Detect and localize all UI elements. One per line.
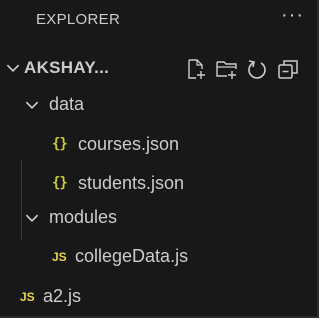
project-name: AKSHAY... <box>24 58 110 77</box>
project-folder-row[interactable]: AKSHAY... <box>0 51 317 85</box>
new-folder-icon[interactable] <box>215 57 239 81</box>
js-file-icon: JS <box>20 290 35 304</box>
explorer-header: EXPLORER ··· <box>0 0 317 44</box>
tree-file-courses[interactable]: {} courses.json <box>0 128 317 162</box>
collapse-all-icon[interactable] <box>276 57 300 81</box>
file-label: courses.json <box>78 134 180 154</box>
json-file-icon: {} <box>52 175 68 191</box>
folder-label: data <box>49 94 85 114</box>
file-label: collegeData.js <box>75 246 189 266</box>
file-label: students.json <box>78 173 185 193</box>
chevron-down-icon[interactable] <box>23 209 41 227</box>
chevron-down-icon[interactable] <box>23 96 41 114</box>
tree-folder-data[interactable]: data <box>0 88 317 122</box>
chevron-down-icon[interactable] <box>4 59 22 77</box>
json-file-icon: {} <box>52 136 68 152</box>
tree-folder-modules[interactable]: modules <box>0 201 317 235</box>
folder-label: modules <box>49 207 118 227</box>
tree-file-a2[interactable]: JS a2.js <box>0 280 317 314</box>
more-actions-icon[interactable]: ··· <box>281 4 304 27</box>
js-file-icon: JS <box>52 250 67 264</box>
refresh-icon[interactable] <box>245 57 269 81</box>
file-label: a2.js <box>43 286 82 306</box>
explorer-title: EXPLORER <box>36 11 121 28</box>
tree-file-students[interactable]: {} students.json <box>0 167 317 201</box>
explorer-panel: EXPLORER ··· AKSHAY... data {} courses.j… <box>0 0 319 318</box>
tree-file-collegedata[interactable]: JS collegeData.js <box>0 240 317 274</box>
new-file-icon[interactable] <box>184 57 208 81</box>
